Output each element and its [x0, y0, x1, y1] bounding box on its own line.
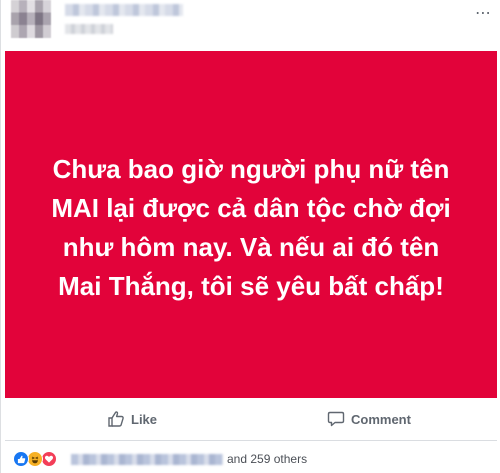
- post-actions-bar: Like Comment: [5, 403, 497, 435]
- author-name-blurred[interactable]: [65, 4, 183, 16]
- post-header: ⋯: [1, 0, 500, 50]
- reactions-summary[interactable]: and 259 others: [5, 447, 497, 471]
- reaction-count-text[interactable]: and 259 others: [227, 452, 307, 466]
- like-button[interactable]: Like: [107, 407, 157, 431]
- divider: [5, 440, 497, 441]
- like-label: Like: [131, 411, 158, 427]
- post-timestamp-blurred[interactable]: [65, 24, 113, 34]
- reaction-icons[interactable]: [13, 451, 57, 467]
- like-reaction-icon: [13, 451, 29, 467]
- love-reaction-icon: [41, 451, 57, 467]
- post-card: ⋯ Chưa bao giờ người phụ nữ tên MAI lại …: [0, 0, 500, 473]
- comment-bubble-icon: [327, 411, 345, 427]
- haha-reaction-icon: [27, 451, 43, 467]
- colored-status-background: Chưa bao giờ người phụ nữ tên MAI lại đư…: [5, 51, 497, 398]
- avatar[interactable]: [11, 0, 51, 38]
- more-options-icon[interactable]: ⋯: [473, 6, 493, 22]
- status-text: Chưa bao giờ người phụ nữ tên MAI lại đư…: [51, 153, 451, 301]
- thumbs-up-icon: [108, 411, 124, 427]
- reactor-names-blurred[interactable]: [71, 454, 223, 465]
- comment-label: Comment: [351, 411, 411, 427]
- comment-button[interactable]: Comment: [327, 407, 411, 431]
